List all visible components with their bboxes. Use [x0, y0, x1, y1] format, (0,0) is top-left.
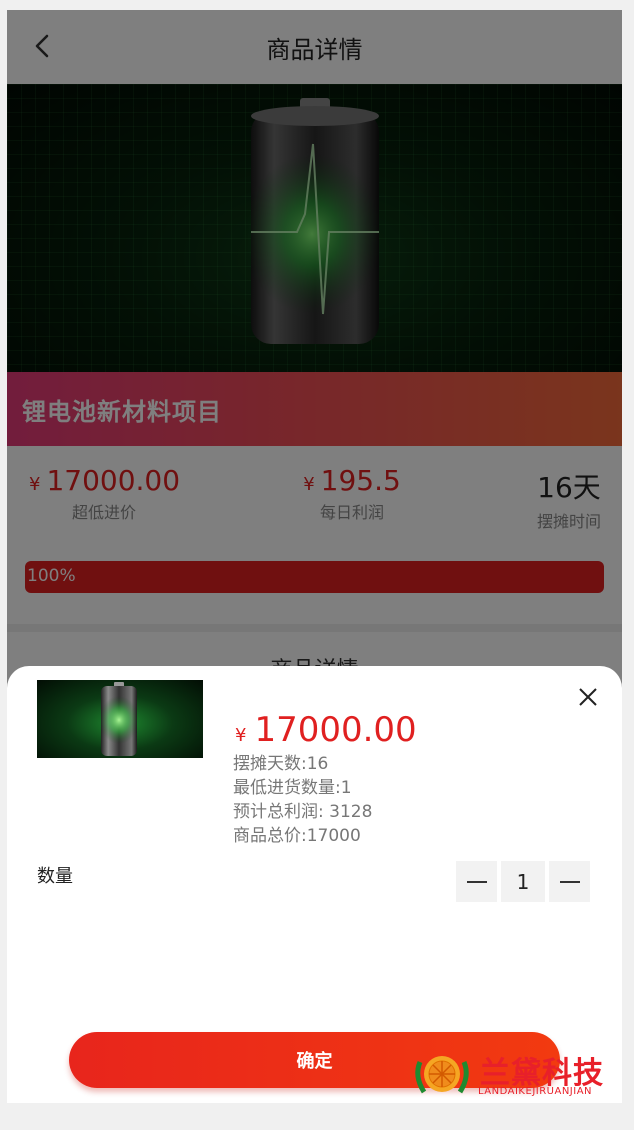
- watermark-logo: 兰黛科技 LANDAIKEJIRUANJIAN: [410, 1048, 610, 1102]
- quantity-input[interactable]: 1: [501, 861, 545, 902]
- close-icon[interactable]: [577, 686, 599, 708]
- min-quantity: 最低进货数量:1: [233, 778, 352, 798]
- decrease-button[interactable]: [456, 861, 497, 902]
- sheet-price: ¥17000.00: [235, 710, 417, 750]
- product-thumbnail: [37, 680, 203, 758]
- orange-logo-icon: [415, 1056, 469, 1094]
- stall-days: 摆摊天数:16: [233, 754, 329, 774]
- minus-icon: [559, 880, 580, 883]
- battery-image: [99, 682, 139, 756]
- total-price: 商品总价:17000: [233, 826, 361, 846]
- increase-button[interactable]: [549, 861, 590, 902]
- estimated-profit: 预计总利润: 3128: [233, 802, 373, 822]
- price-value: 17000.00: [254, 710, 417, 750]
- purchase-sheet: ¥17000.00 摆摊天数:16 最低进货数量:1 预计总利润: 3128 商…: [7, 666, 622, 1103]
- minus-icon: [466, 880, 487, 883]
- screen: 商品详情: [7, 10, 622, 1103]
- quantity-stepper: 1: [456, 861, 590, 902]
- watermark-subtext: LANDAIKEJIRUANJIAN: [478, 1086, 593, 1097]
- currency-symbol: ¥: [235, 725, 247, 746]
- order-info: 摆摊天数:16 最低进货数量:1 预计总利润: 3128 商品总价:17000: [233, 752, 372, 848]
- quantity-label: 数量: [37, 866, 73, 887]
